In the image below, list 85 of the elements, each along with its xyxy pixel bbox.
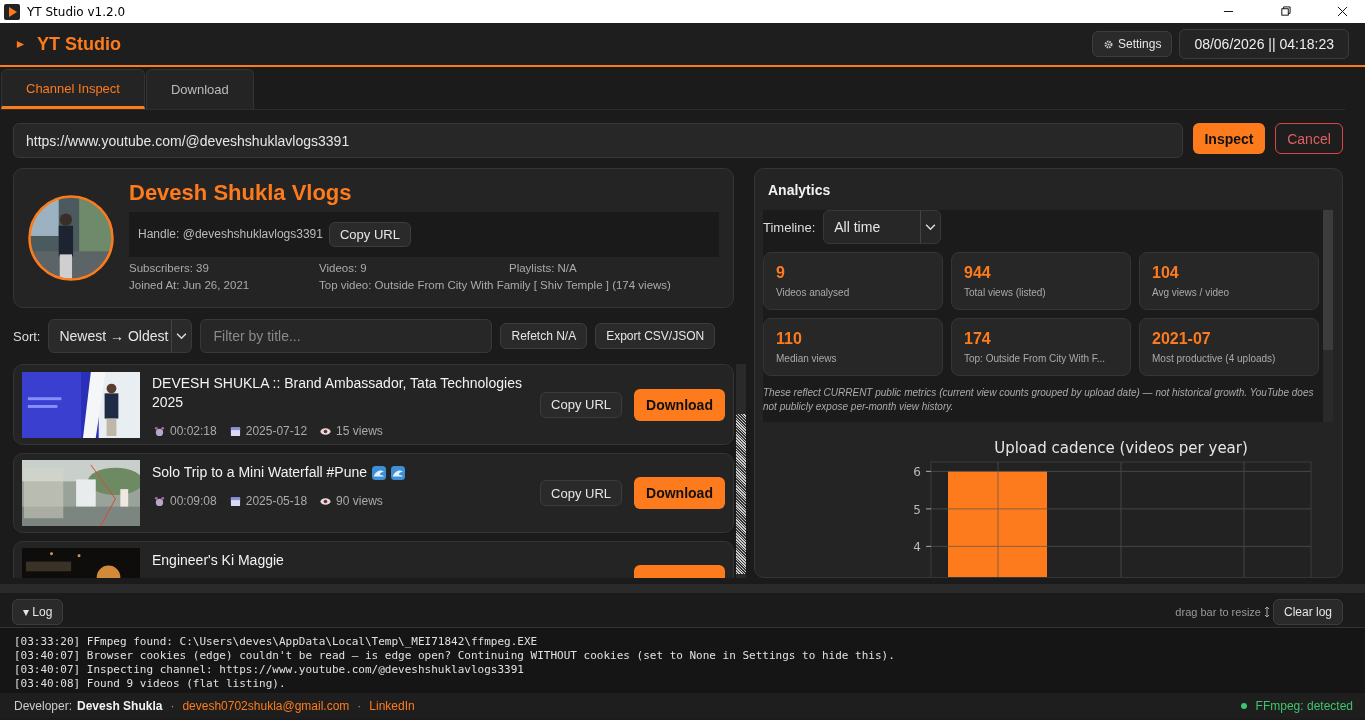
video-date: 2025-05-18 [245, 494, 308, 508]
sort-dropdown[interactable]: Newest → Oldest [48, 319, 193, 353]
log-line: [03:33:20] FFmpeg found: C:\Users\deves\AppData\Local\Temp\_MEI71842\ffmpeg.EXE [14, 635, 539, 649]
stat-value: 944 [964, 264, 992, 282]
maximize-icon[interactable] [1280, 6, 1291, 17]
video-duration: 00:09:08 [170, 494, 217, 508]
download-button[interactable]: Download [634, 388, 725, 421]
play-icon [16, 39, 25, 49]
channel-stat: Playlists: N/A [509, 261, 577, 274]
video-title: DEVESH SHUKLA :: Brand Ambassador, Tata Technologies 2025 [152, 374, 523, 412]
copy-url-button[interactable]: Copy URL [540, 480, 622, 506]
stat-value: 2021-07 [1152, 330, 1212, 348]
settings-button[interactable]: Settings [1092, 31, 1173, 57]
developer-name: Devesh Shukla [77, 698, 163, 713]
stat-value: 174 [964, 330, 992, 348]
log-line: [03:40:07] Browser cookies (edge) couldn't be read — is edge open? Continuing WITHOUT cookies (set to None in Settings to hide this). [14, 649, 896, 663]
tab[interactable]: Channel Inspect [1, 69, 145, 109]
stat-value: 9 [776, 264, 786, 282]
y-tick-label: 6 [913, 465, 921, 480]
eye-icon [320, 495, 332, 507]
email-link[interactable]: devesh0702shukla@gmail.com [182, 698, 350, 713]
sort-label: Sort: [13, 328, 41, 344]
wave-icon [372, 465, 387, 480]
video-views: 90 views [336, 494, 383, 508]
channel-name: Devesh Shukla Vlogs [129, 179, 353, 206]
video-duration: 00:02:18 [170, 424, 217, 438]
analytics-title: Analytics [767, 181, 832, 200]
stat-label: Avg views / video [1152, 287, 1231, 298]
copy-url-button[interactable]: Copy URL [540, 391, 622, 418]
alarm-clock-icon [154, 425, 165, 437]
log-line: [03:40:08] Found 9 videos (flat listing). [14, 677, 287, 691]
y-tick-label: 5 [913, 502, 921, 517]
app-logo-icon [4, 3, 20, 20]
url-field[interactable]: https://www.youtube.com/@deveshshuklavlogs3391 [13, 123, 1183, 158]
video-date: 2025-07-12 [245, 424, 308, 438]
ffmpeg-status: FFmpeg: detected [1255, 698, 1353, 713]
separator: · [357, 698, 362, 713]
channel-stat: Joined At: Jun 26, 2021 [129, 278, 251, 291]
scrollbar[interactable] [736, 364, 746, 578]
calendar-icon [229, 425, 241, 437]
calendar-icon [229, 495, 241, 507]
channel-stat: Top video: Outside From City With Family [ Shiv Temple ] (174 views) [319, 278, 671, 291]
eye-icon [320, 425, 332, 437]
stat-label: Median views [776, 353, 838, 364]
resize-icon [1263, 606, 1270, 618]
video-views: 15 views [336, 424, 383, 438]
separator: · [170, 698, 175, 713]
export-button[interactable]: Export CSV/JSON [595, 323, 716, 349]
refetch-button[interactable]: Refetch N/A [500, 323, 588, 349]
alarm-clock-icon [154, 495, 165, 507]
log-toggle-button[interactable]: ▾ Log [12, 599, 64, 625]
scrollbar[interactable] [1323, 210, 1333, 422]
stat-value: 110 [776, 330, 803, 348]
channel-stat: Subscribers: 39 [129, 261, 210, 274]
download-button[interactable]: Download [634, 477, 725, 509]
developer-label: Developer: [14, 698, 73, 713]
resize-hint: drag bar to resize [1175, 606, 1261, 618]
datetime-display: 08/06/2026 || 04:18:23 [1179, 29, 1349, 59]
log-line: [03:40:07] Inspecting channel: https://www.youtube.com/@deveshshuklavlogs3391 [14, 663, 525, 677]
clear-log-button[interactable]: Clear log [1272, 599, 1343, 625]
stat-label: Total views (listed) [964, 287, 1047, 298]
cancel-button[interactable]: Cancel [1275, 123, 1343, 154]
filter-field[interactable]: Filter by title... [200, 319, 493, 353]
linkedin-link[interactable]: LinkedIn [369, 698, 415, 713]
inspect-button[interactable]: Inspect [1193, 123, 1265, 154]
analytics-note: These reflect CURRENT public metrics (current view counts grouped by upload date) — not historical growth. YouTube does not publicly expose per-month view history. [763, 386, 1315, 414]
timeline-dropdown[interactable]: All time [823, 210, 942, 244]
tab[interactable]: Download [145, 69, 254, 109]
stat-label: Top: Outside From City With F... [964, 353, 1107, 364]
stat-label: Videos analysed [776, 287, 851, 298]
timeline-label: Timeline: [763, 219, 816, 235]
wave-icon [391, 465, 406, 480]
stat-label: Most productive (4 uploads) [1152, 353, 1277, 364]
video-title: Solo Trip to a Mini Waterfall #Pune [152, 463, 368, 482]
app-name: YT Studio [37, 33, 121, 55]
channel-handle: Handle: @deveshshuklavlogs3391 [138, 227, 323, 241]
video-title: Engineer's Ki Maggie [152, 551, 284, 570]
stat-value: 104 [1152, 264, 1180, 282]
close-icon[interactable] [1337, 6, 1348, 17]
y-tick-label: 4 [913, 540, 921, 555]
settings-icon [1103, 38, 1114, 50]
chart-title: Upload cadence (videos per year) [994, 439, 1248, 457]
copy-url-button[interactable]: Copy URL [328, 221, 411, 247]
window-title: YT Studio v1.2.0 [27, 4, 126, 19]
channel-stat: Videos: 9 [319, 261, 368, 274]
